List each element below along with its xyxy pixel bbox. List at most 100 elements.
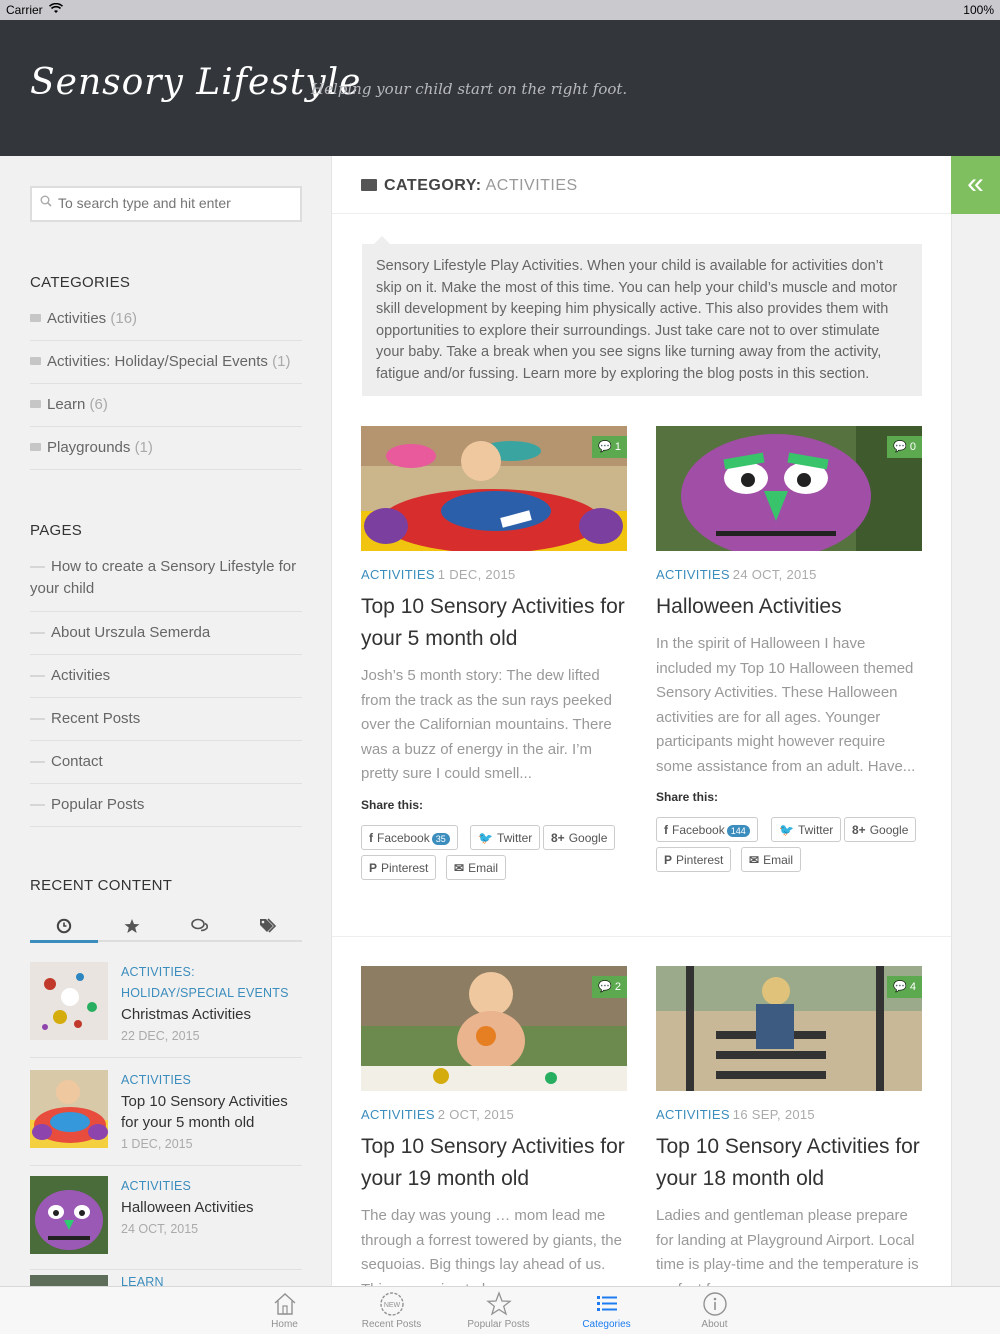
page-label: Contact — [51, 753, 103, 770]
twitter-share-button[interactable]: 🐦 Twitter — [771, 817, 842, 842]
recent-item-category[interactable]: ACTIVITIES: HOLIDAY/SPECIAL EVENTS — [121, 962, 306, 1004]
share-button-label: Pinterest — [381, 861, 429, 875]
pinterest-share-button[interactable]: P Pinterest — [656, 847, 732, 872]
pinterest-icon: P — [369, 861, 378, 875]
email-share-button[interactable]: ✉ Email — [446, 855, 507, 880]
tab-home[interactable]: Home — [231, 1287, 338, 1335]
tab-about[interactable]: About — [661, 1287, 768, 1335]
tab-recent-posts[interactable]: NEW Recent Posts — [338, 1287, 445, 1335]
category-item-learn[interactable]: Learn (6) — [30, 384, 302, 427]
post-title[interactable]: Top 10 Sensory Activities for your 5 mon… — [361, 591, 627, 655]
google-plus-icon: 8+ — [551, 831, 565, 845]
share-button-label: Email — [468, 861, 499, 875]
category-label: Playgrounds — [47, 439, 131, 456]
comment-count-badge[interactable]: 💬 2 — [592, 976, 627, 998]
comment-count-badge[interactable]: 💬 1 — [592, 436, 627, 458]
page-item-contact[interactable]: — Contact — [30, 741, 302, 784]
folder-open-icon — [361, 179, 377, 191]
post-title[interactable]: Top 10 Sensory Activities for your 19 mo… — [361, 1131, 627, 1195]
folder-icon — [30, 443, 41, 452]
category-header: CATEGORY: ACTIVITIES — [332, 156, 951, 214]
comment-count-badge[interactable]: 💬 4 — [887, 976, 922, 998]
recent-thumbnail-halloween — [30, 1176, 108, 1254]
recent-item-category[interactable]: ACTIVITIES — [121, 1070, 306, 1091]
google-share-button[interactable]: 8+ Google — [844, 817, 917, 842]
share-label: Share this: — [656, 790, 719, 804]
google-share-button[interactable]: 8+ Google — [543, 825, 616, 850]
post-thumbnail[interactable] — [361, 966, 627, 1091]
post-excerpt: Ladies and gentleman please prepare for … — [656, 1207, 919, 1286]
post-category[interactable]: ACTIVITIES — [656, 1107, 730, 1122]
clock-icon — [56, 918, 72, 938]
page-label: About Urszula Semerda — [51, 624, 211, 641]
post-category[interactable]: ACTIVITIES — [361, 567, 435, 582]
tags-icon — [259, 918, 277, 938]
recent-item-title[interactable]: Top 10 Sensory Activities for your 5 mon… — [121, 1091, 306, 1133]
recent-item[interactable]: ACTIVITIES Top 10 Sensory Activities for… — [30, 1070, 302, 1166]
recent-item-title[interactable]: Halloween Activities — [121, 1197, 306, 1218]
post-excerpt: The day was young … mom lead me through … — [361, 1207, 622, 1286]
category-label: Activities — [47, 310, 107, 327]
tab-label: Categories — [582, 1319, 631, 1330]
recent-item[interactable]: LEARN — [30, 1274, 302, 1286]
tab-recent[interactable] — [30, 912, 98, 943]
search-box[interactable] — [30, 186, 302, 222]
post-category[interactable]: ACTIVITIES — [361, 1107, 435, 1122]
star-icon — [445, 1289, 552, 1317]
post-title[interactable]: Halloween Activities — [656, 591, 922, 623]
comment-count-badge[interactable]: 💬 0 — [887, 436, 922, 458]
sidebar: CATEGORIES Activities (16) Activities: H… — [0, 156, 332, 1286]
search-input[interactable] — [56, 194, 296, 212]
sidebar-collapse-button[interactable]: « — [951, 156, 1000, 214]
tab-label: Popular Posts — [467, 1319, 530, 1330]
share-button-label: Google — [869, 823, 909, 837]
post-category[interactable]: ACTIVITIES — [656, 567, 730, 582]
page-item-activities[interactable]: — Activities — [30, 655, 302, 698]
twitter-share-button[interactable]: 🐦 Twitter — [470, 825, 541, 850]
tab-comments[interactable] — [166, 912, 234, 942]
post-thumbnail[interactable] — [656, 426, 922, 551]
page-label: How to create a Sensory Lifestyle for yo… — [30, 558, 297, 597]
page-label: Recent Posts — [51, 710, 141, 727]
recent-item-category[interactable]: LEARN — [121, 1274, 306, 1286]
recent-item[interactable]: ACTIVITIES Halloween Activities 24 OCT, … — [30, 1176, 302, 1270]
page-item-popular-posts[interactable]: — Popular Posts — [30, 784, 302, 827]
tab-popular[interactable] — [98, 912, 166, 942]
category-header-value: ACTIVITIES — [485, 177, 578, 194]
post-title[interactable]: Top 10 Sensory Activities for your 18 mo… — [656, 1131, 922, 1195]
page-item-about[interactable]: — About Urszula Semerda — [30, 612, 302, 655]
tab-popular-posts[interactable]: Popular Posts — [445, 1287, 552, 1335]
share-button-label: Facebook — [377, 831, 430, 845]
pinterest-share-button[interactable]: P Pinterest — [361, 855, 437, 880]
recent-item-date: 1 DEC, 2015 — [121, 1137, 193, 1151]
page-item-how-to[interactable]: — How to create a Sensory Lifestyle for y… — [30, 548, 302, 612]
folder-icon — [30, 400, 41, 409]
tab-categories[interactable]: Categories — [553, 1287, 660, 1335]
share-button-label: Twitter — [496, 831, 533, 845]
post-thumbnail[interactable] — [656, 966, 922, 1091]
recent-item-category[interactable]: ACTIVITIES — [121, 1176, 306, 1197]
info-icon — [661, 1289, 768, 1317]
category-item-activities[interactable]: Activities (16) — [30, 298, 302, 341]
twitter-icon: 🐦 — [779, 823, 794, 837]
search-icon — [40, 195, 52, 210]
facebook-share-button[interactable]: f Facebook 144 — [656, 817, 758, 842]
page-item-recent-posts[interactable]: — Recent Posts — [30, 698, 302, 741]
recent-item-title[interactable]: Christmas Activities — [121, 1004, 306, 1025]
post-excerpt: In the spirit of Halloween I have includ… — [656, 635, 916, 775]
facebook-share-button[interactable]: f Facebook 35 — [361, 825, 458, 850]
email-share-button[interactable]: ✉ Email — [741, 847, 802, 872]
folder-icon — [30, 314, 41, 323]
category-count: (16) — [110, 310, 138, 327]
category-item-playgrounds[interactable]: Playgrounds (1) — [30, 427, 302, 470]
post-card: 💬 4 ACTIVITIES 16 SEP, 2015 Top 10 Sensor… — [656, 966, 922, 1286]
home-icon — [231, 1289, 338, 1317]
tab-label: Home — [271, 1319, 298, 1330]
category-item-holiday[interactable]: Activities: Holiday/Special Events (1) — [30, 341, 302, 384]
post-thumbnail[interactable] — [361, 426, 627, 551]
recent-item[interactable]: ACTIVITIES: HOLIDAY/SPECIAL EVENTS Chris… — [30, 962, 302, 1058]
tab-tags[interactable] — [234, 912, 302, 942]
recent-item-date: 24 OCT, 2015 — [121, 1222, 199, 1236]
recent-content-tabs — [30, 912, 302, 943]
page-label: Activities — [51, 667, 111, 684]
